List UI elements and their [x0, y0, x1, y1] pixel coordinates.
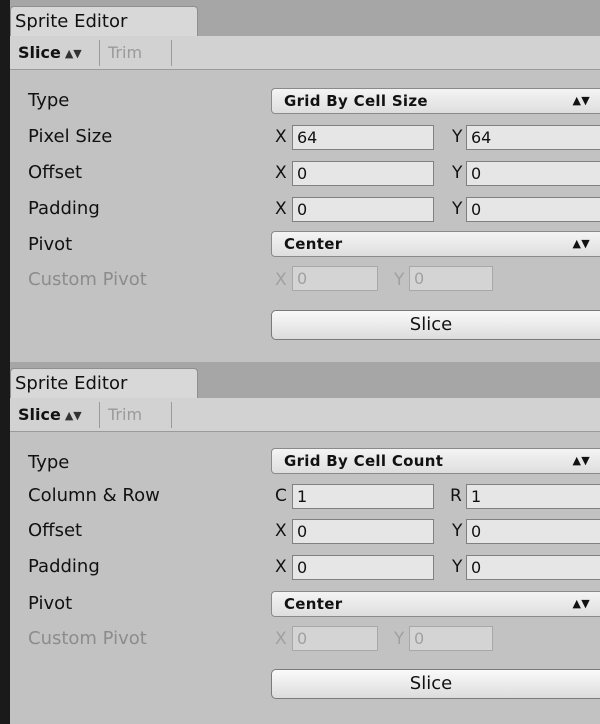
dropdown-arrows-icon: ▲▼ [64, 47, 82, 60]
custom-pivot-label: Custom Pivot [28, 628, 147, 649]
custom-pivot-y-field: 0 [409, 266, 493, 291]
offset-x-axis-label: X [275, 521, 287, 541]
slice-button[interactable]: Slice [271, 669, 600, 699]
padding-x-axis-label: X [275, 557, 287, 577]
tab-bar: Sprite Editor [10, 0, 600, 37]
type-label: Type [28, 452, 70, 473]
pivot-dropdown[interactable]: Center ▲▼ [271, 591, 600, 617]
sprite-editor-panel: Sprite Editor Slice ▲▼ Trim Type Grid By … [0, 362, 600, 724]
offset-x-axis-label: X [275, 163, 287, 183]
type-dropdown-value: Grid By Cell Count [284, 452, 444, 470]
offset-label: Offset [28, 162, 83, 183]
custom-pivot-x-axis-label: X [275, 629, 287, 649]
pixel-size-x-axis-label: X [275, 127, 287, 147]
tab-bar: Sprite Editor [10, 362, 600, 399]
custom-pivot-y-axis-label: Y [394, 629, 405, 649]
pixel-size-y-field[interactable]: 64 [466, 125, 600, 150]
type-dropdown[interactable]: Grid By Cell Count ▲▼ [271, 448, 600, 474]
padding-label: Padding [28, 198, 100, 219]
pivot-dropdown-value: Center [284, 595, 343, 613]
slice-menu-button[interactable]: Slice ▲▼ [12, 402, 100, 428]
padding-x-field[interactable]: 0 [292, 197, 434, 222]
window-frame [0, 0, 10, 362]
pixel-size-label: Pixel Size [28, 126, 113, 147]
slice-button[interactable]: Slice [271, 310, 600, 340]
chevron-updown-icon: ▲▼ [572, 94, 590, 107]
offset-y-axis-label: Y [452, 163, 463, 183]
offset-y-axis-label: Y [452, 521, 463, 541]
slice-menu-button[interactable]: Slice ▲▼ [12, 40, 100, 66]
custom-pivot-x-field: 0 [292, 266, 378, 291]
trim-button[interactable]: Trim [102, 402, 172, 428]
custom-pivot-label: Custom Pivot [28, 269, 147, 290]
offset-x-field[interactable]: 0 [292, 161, 434, 186]
sprite-editor-panel: Sprite Editor Slice ▲▼ Trim Type Grid By … [0, 0, 600, 362]
custom-pivot-x-field: 0 [292, 626, 378, 651]
pivot-dropdown[interactable]: Center ▲▼ [271, 231, 600, 257]
custom-pivot-x-axis-label: X [275, 270, 287, 290]
row-count-field[interactable]: 1 [466, 484, 600, 509]
padding-x-axis-label: X [275, 199, 287, 219]
row-axis-label: R [450, 486, 462, 506]
slice-menu-label: Slice [18, 405, 61, 424]
slice-menu-label: Slice [18, 43, 61, 62]
toolbar: Slice ▲▼ Trim [10, 36, 600, 70]
type-dropdown[interactable]: Grid By Cell Size ▲▼ [271, 88, 600, 114]
custom-pivot-y-axis-label: Y [394, 270, 405, 290]
padding-y-axis-label: Y [452, 199, 463, 219]
custom-pivot-y-field: 0 [409, 626, 493, 651]
pivot-label: Pivot [28, 593, 73, 614]
screenshot: Sprite Editor Slice ▲▼ Trim Type Grid By … [0, 0, 600, 724]
trim-button[interactable]: Trim [102, 40, 172, 66]
chevron-updown-icon: ▲▼ [572, 454, 590, 467]
offset-y-field[interactable]: 0 [466, 519, 600, 544]
padding-label: Padding [28, 556, 100, 577]
column-axis-label: C [275, 486, 287, 506]
column-count-field[interactable]: 1 [292, 484, 434, 509]
offset-x-field[interactable]: 0 [292, 519, 434, 544]
column-row-label: Column & Row [28, 485, 160, 506]
pivot-dropdown-value: Center [284, 235, 343, 253]
pixel-size-x-field[interactable]: 64 [292, 125, 434, 150]
pivot-label: Pivot [28, 234, 73, 255]
toolbar: Slice ▲▼ Trim [10, 398, 600, 432]
pixel-size-y-axis-label: Y [452, 127, 463, 147]
tab-sprite-editor[interactable]: Sprite Editor [10, 6, 198, 36]
window-frame [0, 362, 10, 724]
tab-sprite-editor[interactable]: Sprite Editor [10, 368, 198, 398]
padding-y-axis-label: Y [452, 557, 463, 577]
padding-y-field[interactable]: 0 [466, 555, 600, 580]
type-label: Type [28, 90, 70, 111]
chevron-updown-icon: ▲▼ [572, 237, 590, 250]
dropdown-arrows-icon: ▲▼ [64, 409, 82, 422]
type-dropdown-value: Grid By Cell Size [284, 92, 428, 110]
offset-label: Offset [28, 520, 83, 541]
offset-y-field[interactable]: 0 [466, 161, 600, 186]
padding-x-field[interactable]: 0 [292, 555, 434, 580]
padding-y-field[interactable]: 0 [466, 197, 600, 222]
chevron-updown-icon: ▲▼ [572, 597, 590, 610]
